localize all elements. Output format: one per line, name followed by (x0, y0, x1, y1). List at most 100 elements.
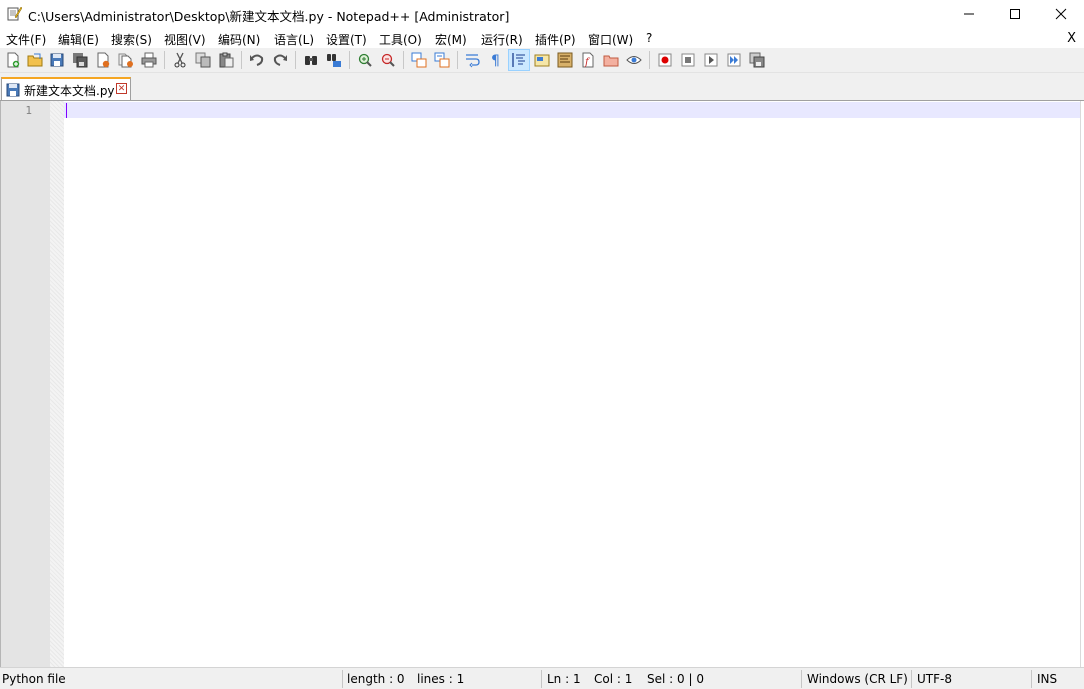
monitoring-button[interactable] (624, 50, 644, 70)
status-divider (541, 670, 542, 688)
menu-bar: 文件(F) 编辑(E) 搜索(S) 视图(V) 编码(N) 语言(L) 设置(T… (0, 28, 1084, 48)
toolbar-separator (241, 51, 242, 69)
stop-macro-button[interactable] (678, 50, 698, 70)
maximize-button[interactable] (992, 0, 1038, 28)
print-button[interactable] (139, 50, 159, 70)
document-map-button[interactable] (555, 50, 575, 70)
undo-button[interactable] (247, 50, 267, 70)
folder-workspace-icon (603, 55, 619, 67)
save-all-button[interactable] (70, 50, 90, 70)
status-length: length : 0 (347, 672, 405, 686)
replace-icon (327, 54, 341, 67)
user-language-button[interactable] (532, 50, 552, 70)
status-divider (342, 670, 343, 688)
menu-plugins[interactable]: 插件(P) (535, 31, 576, 48)
indent-guide-icon (512, 53, 525, 67)
status-eol[interactable]: Windows (CR LF) (807, 672, 908, 686)
toolbar-separator (403, 51, 404, 69)
paste-button[interactable] (216, 50, 236, 70)
notepad-plus-plus-icon (7, 6, 22, 21)
menu-help[interactable]: ? (646, 31, 652, 45)
new-file-icon (7, 52, 20, 68)
sync-vertical-button[interactable] (409, 50, 429, 70)
window-title: C:\Users\Administrator\Desktop\新建文本文档.py… (28, 9, 510, 24)
record-icon (658, 53, 672, 67)
tab-close-icon[interactable]: ✕ (116, 83, 127, 94)
toolbar-separator (164, 51, 165, 69)
zoom-in-button[interactable] (355, 50, 375, 70)
pilcrow-icon: ¶ (491, 53, 500, 68)
menu-macro[interactable]: 宏(M) (435, 31, 467, 48)
menu-file[interactable]: 文件(F) (6, 31, 46, 48)
status-divider (911, 670, 912, 688)
status-line: Ln : 1 (547, 672, 581, 686)
close-all-button[interactable] (116, 50, 136, 70)
menu-encoding[interactable]: 编码(N) (218, 31, 260, 48)
menu-edit[interactable]: 编辑(E) (58, 31, 99, 48)
minimize-button[interactable] (946, 0, 992, 28)
menu-view[interactable]: 视图(V) (164, 31, 206, 48)
status-column: Col : 1 (594, 672, 633, 686)
close-document-button[interactable]: X (1067, 31, 1076, 46)
function-list-button[interactable]: f (578, 50, 598, 70)
cut-button[interactable] (170, 50, 190, 70)
line-number: 1 (25, 104, 32, 117)
function-list-icon: f (582, 52, 594, 68)
save-macro-button[interactable] (747, 50, 767, 70)
sync-horizontal-icon (434, 52, 450, 68)
eye-icon (626, 56, 642, 64)
status-insert-mode[interactable]: INS (1037, 672, 1057, 686)
zoom-out-button[interactable] (378, 50, 398, 70)
menu-language[interactable]: 语言(L) (274, 31, 314, 48)
menu-run[interactable]: 运行(R) (481, 31, 523, 48)
current-line-highlight (64, 102, 1080, 118)
record-macro-button[interactable] (655, 50, 675, 70)
play-macro-button[interactable] (701, 50, 721, 70)
word-wrap-button[interactable] (463, 50, 483, 70)
close-button[interactable] (1038, 0, 1084, 28)
close-file-button[interactable] (93, 50, 113, 70)
find-button[interactable] (301, 50, 321, 70)
indent-guide-button[interactable] (508, 49, 530, 71)
saved-file-icon (6, 83, 20, 97)
text-area[interactable] (64, 101, 1081, 667)
fold-margin[interactable] (50, 101, 64, 667)
sync-horizontal-button[interactable] (432, 50, 452, 70)
status-file-type: Python file (2, 672, 66, 686)
user-language-icon (534, 54, 550, 67)
run-macro-multiple-button[interactable] (724, 50, 744, 70)
save-all-icon (73, 53, 88, 68)
editor[interactable]: 1 (0, 101, 1084, 667)
sync-vertical-icon (411, 52, 427, 68)
new-file-button[interactable] (3, 50, 23, 70)
open-file-button[interactable] (25, 50, 45, 70)
status-selection: Sel : 0 | 0 (647, 672, 704, 686)
redo-button[interactable] (270, 50, 290, 70)
folder-workspace-button[interactable] (601, 50, 621, 70)
replace-button[interactable] (324, 50, 344, 70)
tab-document[interactable]: 新建文本文档.py ✕ (1, 77, 131, 100)
save-button[interactable] (47, 50, 67, 70)
line-number-gutter: 1 (0, 101, 50, 667)
print-icon (141, 52, 157, 68)
show-all-chars-button[interactable]: ¶ (486, 50, 506, 70)
menu-tools[interactable]: 工具(O) (379, 31, 422, 48)
copy-icon (195, 52, 211, 68)
menu-window[interactable]: 窗口(W) (588, 31, 633, 48)
status-encoding[interactable]: UTF-8 (917, 672, 952, 686)
play-icon (704, 53, 718, 67)
svg-text:¶: ¶ (491, 53, 500, 68)
status-divider (801, 670, 802, 688)
title-bar[interactable]: C:\Users\Administrator\Desktop\新建文本文档.py… (0, 0, 1084, 28)
maximize-icon (1010, 9, 1020, 19)
toolbar: ¶ f (0, 48, 1084, 73)
menu-search[interactable]: 搜索(S) (111, 31, 152, 48)
close-icon (1055, 8, 1067, 20)
toolbar-separator (457, 51, 458, 69)
undo-icon (250, 54, 264, 66)
menu-settings[interactable]: 设置(T) (326, 31, 367, 48)
cut-icon (174, 52, 186, 68)
minimize-icon (964, 13, 974, 15)
copy-button[interactable] (193, 50, 213, 70)
text-caret (66, 103, 67, 118)
